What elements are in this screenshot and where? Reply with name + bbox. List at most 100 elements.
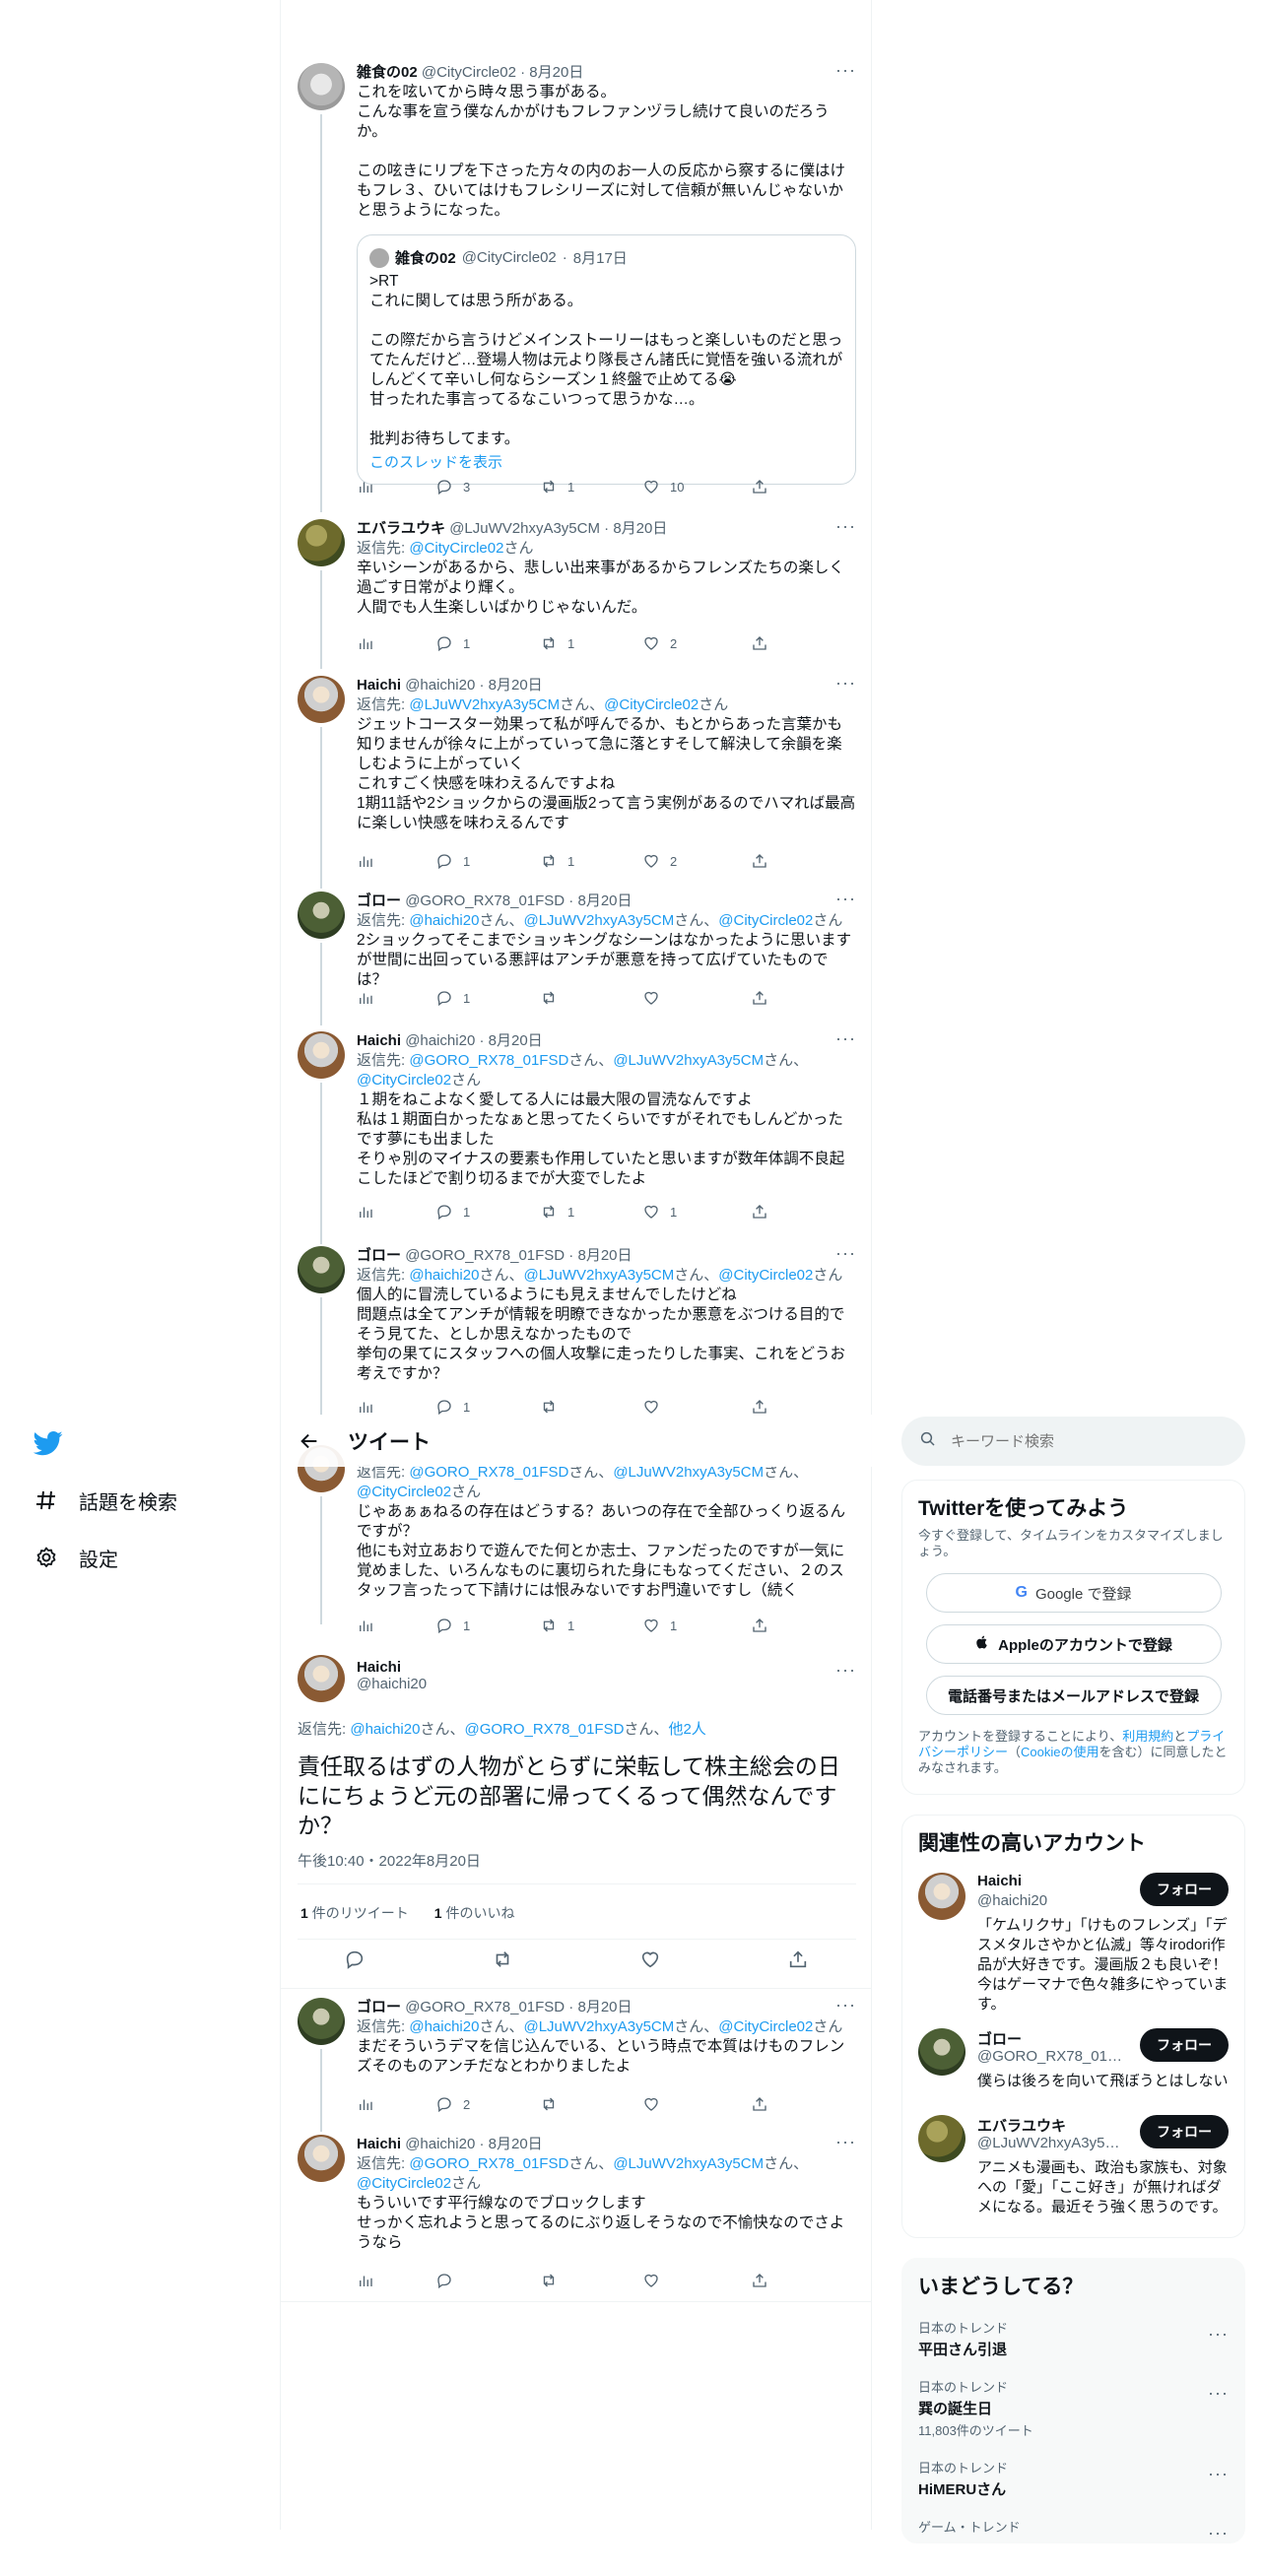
avatar[interactable] <box>298 519 345 566</box>
reply-button[interactable]: 1 <box>435 852 470 870</box>
like-button[interactable]: 1 <box>642 1617 677 1634</box>
reply-button[interactable]: 1 <box>435 634 470 652</box>
reply-button[interactable] <box>435 2272 453 2289</box>
mention-link[interactable]: @LJuWV2hxyA3y5CM <box>523 912 674 929</box>
tweet-date[interactable]: 8月20日 <box>489 1032 543 1049</box>
share-button[interactable] <box>751 2095 768 2113</box>
reply-button[interactable]: 1 <box>435 1398 470 1416</box>
like-button[interactable] <box>642 989 660 1007</box>
more-icon[interactable]: ··· <box>835 890 856 907</box>
tweet[interactable]: ゴロー @GORO_RX78_01FSD · 8月20日 ··· 返信先: @h… <box>281 890 872 1025</box>
tweet[interactable]: エバラユウキ @LJuWV2hxyA3y5CM · 8月20日 ··· 返信先:… <box>281 517 872 669</box>
mention-link[interactable]: @CityCircle02 <box>409 540 503 557</box>
author-name[interactable]: ゴロー <box>357 1999 401 2015</box>
share-button[interactable] <box>787 1949 809 1975</box>
mention-link[interactable]: @haichi20 <box>409 1267 479 1284</box>
author-name[interactable]: ゴロー <box>357 892 401 909</box>
retweet-button[interactable]: 1 <box>540 478 574 495</box>
more-icon[interactable]: ··· <box>1208 2523 1229 2543</box>
author-name[interactable]: Haichi <box>357 2136 401 2152</box>
cookie-link[interactable]: Cookieの使用 <box>1021 1745 1099 1759</box>
account-handle[interactable]: @LJuWV2hxyA3y5CM <box>977 2135 1125 2151</box>
search-bar[interactable] <box>901 1417 1245 1466</box>
tweet[interactable]: Haichi @haichi20 · 8月20日 ··· 返信先: @GORO_… <box>281 2133 872 2300</box>
like-stat[interactable]: 1 件のいいね <box>434 1905 515 1921</box>
mention-link[interactable]: @CityCircle02 <box>604 696 699 713</box>
more-icon[interactable]: ··· <box>835 1029 856 1047</box>
retweet-button[interactable]: 1 <box>540 852 574 870</box>
avatar[interactable] <box>918 2028 965 2076</box>
search-input[interactable] <box>951 1432 1207 1450</box>
avatar[interactable] <box>298 892 345 939</box>
like-button[interactable]: 2 <box>642 852 677 870</box>
share-button[interactable] <box>751 989 768 1007</box>
author-handle[interactable]: @haichi20 <box>405 2136 475 2152</box>
mention-link[interactable]: @CityCircle02 <box>718 1267 813 1284</box>
reply-button[interactable]: 2 <box>435 2095 470 2113</box>
share-button[interactable] <box>751 1617 768 1634</box>
author-handle[interactable]: @GORO_RX78_01FSD <box>405 1247 565 1264</box>
reply-button[interactable]: 3 <box>435 478 470 495</box>
avatar[interactable] <box>918 1873 965 1920</box>
retweet-button[interactable] <box>540 2095 558 2113</box>
share-button[interactable] <box>751 2272 768 2289</box>
tweet[interactable]: ゴロー @GORO_RX78_01FSD · 8月20日 ··· 返信先: @h… <box>281 1244 872 1416</box>
nav-explore[interactable]: 話題を検索 <box>32 1472 177 1529</box>
account-item[interactable]: エバラユウキ @LJuWV2hxyA3y5CM フォロー アニメも漫画も、政治も… <box>902 2115 1244 2223</box>
avatar[interactable] <box>298 1031 345 1079</box>
analytics-icon[interactable] <box>357 989 374 1007</box>
tweet-date[interactable]: 8月20日 <box>577 1247 632 1264</box>
author-name[interactable]: 雑食の02 <box>357 64 418 81</box>
tweet-date[interactable]: 8月20日 <box>489 677 543 694</box>
more-icon[interactable]: ··· <box>835 61 856 79</box>
share-button[interactable] <box>751 478 768 495</box>
tweet-date[interactable]: 8月20日 <box>613 520 667 537</box>
mention-link[interactable]: @CityCircle02 <box>357 2175 451 2192</box>
share-button[interactable] <box>751 852 768 870</box>
trend-item[interactable]: 日本のトレンド 巽の誕生日 11,803件のツイート ··· <box>902 2377 1244 2458</box>
account-name[interactable]: Haichi <box>977 1873 1022 1889</box>
retweet-button[interactable]: 1 <box>540 634 574 652</box>
more-icon[interactable]: ··· <box>835 674 856 692</box>
mention-link[interactable]: @LJuWV2hxyA3y5CM <box>409 696 560 713</box>
avatar[interactable] <box>298 63 345 110</box>
retweet-button[interactable] <box>540 989 558 1007</box>
show-thread-link[interactable]: このスレッドを表示 <box>369 451 843 472</box>
mention-link[interactable]: @CityCircle02 <box>718 912 813 929</box>
trend-item[interactable]: ゲーム・トレンド ··· <box>902 2517 1244 2576</box>
retweet-button[interactable]: 1 <box>540 1203 574 1221</box>
follow-button[interactable]: フォロー <box>1140 2028 1229 2062</box>
author-handle[interactable]: @haichi20 <box>405 677 475 694</box>
account-item[interactable]: ゴロー @GORO_RX78_01FSD フォロー 僕らは後ろを向いて飛ぼうとは… <box>902 2028 1244 2115</box>
more-icon[interactable]: ··· <box>835 1661 856 1679</box>
mention-link[interactable]: @LJuWV2hxyA3y5CM <box>613 2155 764 2172</box>
quoted-tweet[interactable]: 雑食の02 @CityCircle02 · 8月17日 >RT これに関しては思う所が… <box>357 234 856 485</box>
account-name[interactable]: エバラユウキ <box>977 2115 1066 2136</box>
tweet[interactable]: Haichi @haichi20 · 8月20日 ··· 返信先: @LJuWV… <box>281 674 872 889</box>
more-icon[interactable]: ··· <box>1208 2464 1229 2484</box>
tweet[interactable]: 返信先: @GORO_RX78_01FSDさん、@LJuWV2hxyA3y5CM… <box>281 1443 872 1640</box>
tweet[interactable]: ゴロー @GORO_RX78_01FSD · 8月20日 ··· 返信先: @h… <box>281 1996 872 2132</box>
reply-button[interactable]: 1 <box>435 1203 470 1221</box>
mention-link[interactable]: @haichi20 <box>409 912 479 929</box>
share-button[interactable] <box>751 1398 768 1416</box>
mention-link[interactable]: @GORO_RX78_01FSD <box>464 1721 624 1738</box>
more-icon[interactable]: ··· <box>1208 2324 1229 2345</box>
trend-item[interactable]: 日本のトレンド 平田さん引退 ··· <box>902 2318 1244 2377</box>
terms-link[interactable]: 利用規約 <box>1122 1729 1173 1744</box>
avatar[interactable] <box>298 676 345 723</box>
retweet-button[interactable] <box>540 2272 558 2289</box>
avatar[interactable] <box>298 1998 345 2045</box>
share-button[interactable] <box>751 634 768 652</box>
reply-button[interactable]: 1 <box>435 989 470 1007</box>
mention-link[interactable]: @LJuWV2hxyA3y5CM <box>523 2018 674 2035</box>
like-button[interactable] <box>642 2272 660 2289</box>
author-handle[interactable]: @GORO_RX78_01FSD <box>405 892 565 909</box>
mention-link[interactable]: @GORO_RX78_01FSD <box>409 1052 568 1069</box>
like-button[interactable] <box>639 1949 661 1975</box>
author-handle[interactable]: @CityCircle02 <box>422 64 516 81</box>
account-handle[interactable]: @GORO_RX78_01FSD <box>977 2048 1125 2065</box>
follow-button[interactable]: フォロー <box>1140 2115 1229 2148</box>
tweet-date[interactable]: 8月20日 <box>529 64 583 81</box>
avatar[interactable] <box>298 1246 345 1293</box>
